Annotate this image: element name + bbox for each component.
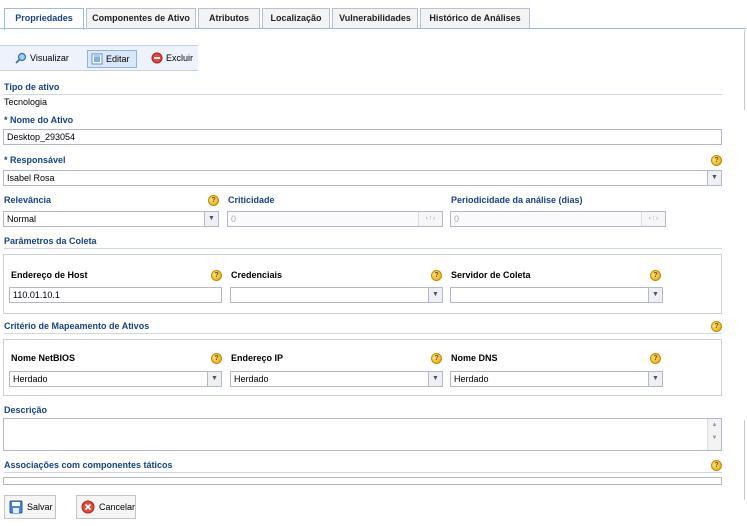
chevron-down-icon[interactable]: ▼ [207,372,221,386]
help-icon[interactable]: ? [208,195,219,206]
dns-value: Herdado [454,374,489,384]
edit-document-icon [91,53,103,65]
ip-select[interactable]: Herdado ▼ [230,371,443,387]
tab-atributos[interactable]: Atributos [198,8,260,28]
dns-select[interactable]: Herdado ▼ [450,371,663,387]
spinner-icon[interactable]: ‹ ⁝ › [641,212,665,226]
associations-grid[interactable] [3,477,722,485]
collector-server-label: Servidor de Coleta [451,270,531,280]
credentials-label: Credenciais [231,270,283,280]
tab-propriedades[interactable]: Propriedades [4,8,84,30]
collection-section-title: Parâmetros da Coleta [4,236,97,246]
help-icon[interactable]: ? [650,353,661,364]
edit-button-label: Editar [106,54,130,64]
associations-label: Associações com componentes táticos [4,460,173,470]
toolbar: Visualizar Editar Excluir [0,45,198,71]
description-label: Descrição [4,405,48,415]
help-icon[interactable]: ? [711,155,722,166]
save-button[interactable]: Salvar [4,495,56,519]
host-label: Endereço de Host [11,270,88,280]
netbios-value: Herdado [13,374,48,384]
help-icon[interactable]: ? [431,270,442,281]
host-input[interactable]: 110.01.10.1 [9,287,222,303]
dns-label: Nome DNS [451,353,498,363]
cancel-icon [81,500,95,514]
mapping-panel [3,339,722,396]
right-edge-line [744,420,745,500]
help-icon[interactable]: ? [211,270,222,281]
host-value: 110.01.10.1 [13,290,60,300]
delete-button[interactable]: Excluir [148,50,196,68]
tab-underline [0,28,746,29]
relevance-select[interactable]: Normal ▼ [3,211,219,227]
chevron-down-icon[interactable]: ▼ [707,171,721,185]
magnifier-icon [15,52,27,64]
mapping-divider [4,333,722,334]
floppy-disk-icon [9,500,23,514]
chevron-down-icon[interactable]: ▼ [204,212,218,226]
delete-button-label: Excluir [166,53,194,63]
cancel-button-label: Cancelar [99,502,136,512]
ip-label: Endereço IP [231,353,284,363]
tab-localizacao[interactable]: Localização [262,8,330,28]
chevron-down-icon[interactable]: ▼ [428,288,442,302]
description-textarea[interactable]: ▲ ▼ [3,418,722,451]
asset-type-divider [4,94,722,95]
help-icon[interactable]: ? [711,460,722,471]
view-button[interactable]: Visualizar [12,50,76,68]
edit-button[interactable]: Editar [87,50,137,68]
periodicity-value: 0 [454,214,460,224]
help-icon[interactable]: ? [431,353,442,364]
asset-type-value: Tecnologia [4,97,48,107]
scrollbar[interactable]: ▲ ▼ [707,419,721,450]
delete-icon [151,52,163,64]
tab-historico-de-analises[interactable]: Histórico de Análises [420,8,530,28]
collector-server-select[interactable]: ▼ [450,287,663,303]
relevance-value: Normal [7,214,37,224]
relevance-label: Relevância [4,195,52,205]
cancel-button[interactable]: Cancelar [76,495,136,519]
right-edge-line [744,30,745,110]
spinner-icon[interactable]: ‹ ⁝ › [418,212,442,226]
help-icon[interactable]: ? [211,353,222,364]
asset-name-value: Desktop_293054 [7,132,76,142]
help-icon[interactable]: ? [711,321,722,332]
criticality-input[interactable]: 0 ‹ ⁝ › [227,211,443,227]
tab-vulnerabilidades[interactable]: Vulnerabilidades [332,8,418,28]
save-button-label: Salvar [27,502,53,512]
tab-componentes-de-ativo[interactable]: Componentes de Ativo [86,8,196,28]
view-button-label: Visualizar [30,53,69,63]
responsible-value: Isabel Rosa [7,173,55,183]
chevron-down-icon[interactable]: ▼ [648,372,662,386]
criticality-value: 0 [231,214,237,224]
responsible-select[interactable]: Isabel Rosa ▼ [3,170,722,186]
ip-value: Herdado [234,374,269,384]
mapping-section-title: Critério de Mapeamento de Ativos [4,321,150,331]
netbios-select[interactable]: Herdado ▼ [9,371,222,387]
chevron-down-icon[interactable]: ▼ [428,372,442,386]
asset-name-input[interactable]: Desktop_293054 [3,129,722,145]
periodicity-label: Periodicidade da análise (dias) [451,195,583,205]
chevron-down-icon[interactable]: ▼ [648,288,662,302]
periodicity-input[interactable]: 0 ‹ ⁝ › [450,211,666,227]
credentials-select[interactable]: ▼ [230,287,443,303]
netbios-label: Nome NetBIOS [11,353,76,363]
criticality-label: Criticidade [228,195,275,205]
associations-divider [4,472,722,473]
collection-panel [3,254,722,314]
help-icon[interactable]: ? [650,270,661,281]
collection-divider [4,248,722,249]
asset-type-label: Tipo de ativo [4,82,60,92]
asset-name-label: * Nome do Ativo [4,115,74,125]
responsible-label: * Responsável [4,155,66,165]
